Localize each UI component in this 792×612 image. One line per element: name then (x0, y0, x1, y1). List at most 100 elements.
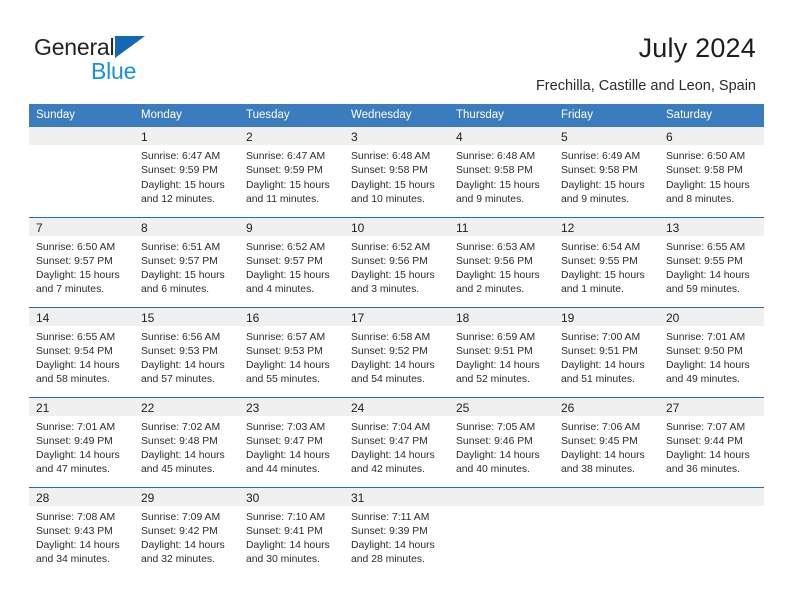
day-info-line: Sunrise: 6:50 AM (36, 241, 116, 253)
day-info-line: and 38 minutes. (561, 464, 635, 476)
day-info-line: Sunset: 9:55 PM (561, 255, 638, 267)
day-info-line: Sunset: 9:59 PM (246, 165, 323, 177)
day-info-line: Sunset: 9:57 PM (141, 255, 218, 267)
day-number: 17 (344, 307, 449, 326)
calendar-day-cell-empty (554, 486, 659, 577)
day-number: 8 (134, 217, 239, 236)
day-sun-info (554, 506, 659, 511)
day-info-line: Sunrise: 6:59 AM (456, 331, 536, 343)
day-info-line: Sunrise: 6:57 AM (246, 331, 326, 343)
day-info-line: and 2 minutes. (456, 284, 525, 296)
day-info-line: Sunrise: 6:58 AM (351, 331, 431, 343)
day-info-line: Daylight: 14 hours (36, 450, 120, 462)
day-info-line: Sunrise: 7:01 AM (666, 331, 746, 343)
day-info-line: Sunset: 9:41 PM (246, 525, 323, 537)
day-sun-info: Sunrise: 6:50 AM Sunset: 9:58 PM Daylight:… (659, 145, 764, 207)
calendar-day-cell[interactable]: 4 Sunrise: 6:48 AM Sunset: 9:58 PM Daylight… (449, 127, 554, 217)
calendar-day-cell[interactable]: 21 Sunrise: 7:01 AM Sunset: 9:49 PM Dayligh… (29, 396, 134, 487)
day-info-line: Daylight: 14 hours (246, 360, 330, 372)
day-info-line: and 58 minutes. (36, 374, 110, 386)
day-info-line: Sunset: 9:46 PM (456, 435, 533, 447)
day-info-line: Daylight: 14 hours (351, 540, 435, 552)
day-info-line: Daylight: 14 hours (36, 360, 120, 372)
day-info-line: Sunset: 9:53 PM (141, 345, 218, 357)
day-info-line: and 1 minute. (561, 284, 624, 296)
calendar-day-cell[interactable]: 23 Sunrise: 7:03 AM Sunset: 9:47 PM Dayligh… (239, 396, 344, 487)
calendar-day-cell[interactable]: 28 Sunrise: 7:08 AM Sunset: 9:43 PM Dayligh… (29, 486, 134, 577)
page-title: July 2024 (638, 33, 756, 63)
day-info-line: Daylight: 14 hours (141, 450, 225, 462)
calendar-day-cell[interactable]: 18 Sunrise: 6:59 AM Sunset: 9:51 PM Dayligh… (449, 306, 554, 397)
calendar-day-cell[interactable]: 3 Sunrise: 6:48 AM Sunset: 9:58 PM Daylight… (344, 127, 449, 217)
calendar-day-cell[interactable]: 20 Sunrise: 7:01 AM Sunset: 9:50 PM Dayligh… (659, 306, 764, 397)
day-info-line: Sunrise: 6:48 AM (351, 151, 431, 162)
calendar-day-cell[interactable]: 12 Sunrise: 6:54 AM Sunset: 9:55 PM Dayligh… (554, 216, 659, 307)
logo-triangle-icon (115, 36, 146, 58)
calendar-day-cell[interactable]: 29 Sunrise: 7:09 AM Sunset: 9:42 PM Dayligh… (134, 486, 239, 577)
calendar-day-cell[interactable]: 7 Sunrise: 6:50 AM Sunset: 9:57 PM Daylight… (29, 216, 134, 307)
calendar-day-cell[interactable]: 22 Sunrise: 7:02 AM Sunset: 9:48 PM Dayligh… (134, 396, 239, 487)
day-info-line: Sunrise: 6:54 AM (561, 241, 641, 253)
calendar-day-cell[interactable]: 9 Sunrise: 6:52 AM Sunset: 9:57 PM Daylight… (239, 216, 344, 307)
day-info-line: and 9 minutes. (561, 193, 630, 205)
day-info-line: Daylight: 14 hours (456, 360, 540, 372)
day-info-line: Daylight: 15 hours (561, 270, 645, 282)
day-info-line: Daylight: 15 hours (456, 270, 540, 282)
calendar-day-cell[interactable]: 11 Sunrise: 6:53 AM Sunset: 9:56 PM Dayligh… (449, 216, 554, 307)
day-info-line: Daylight: 14 hours (141, 360, 225, 372)
calendar-day-cell[interactable]: 30 Sunrise: 7:10 AM Sunset: 9:41 PM Dayligh… (239, 486, 344, 577)
calendar-day-cell[interactable]: 25 Sunrise: 7:05 AM Sunset: 9:46 PM Dayligh… (449, 396, 554, 487)
day-info-line: Sunrise: 7:09 AM (141, 511, 221, 523)
day-info-line: and 6 minutes. (141, 284, 210, 296)
calendar-day-cell[interactable]: 5 Sunrise: 6:49 AM Sunset: 9:58 PM Daylight… (554, 127, 659, 217)
day-number: 14 (29, 307, 134, 326)
day-number: 30 (239, 487, 344, 506)
day-info-line: Sunrise: 7:02 AM (141, 421, 221, 433)
general-blue-logo[interactable]: General Blue (34, 36, 146, 83)
day-info-line: Sunset: 9:48 PM (141, 435, 218, 447)
day-sun-info: Sunrise: 7:09 AM Sunset: 9:42 PM Daylight:… (134, 506, 239, 568)
calendar-day-cell[interactable]: 1 Sunrise: 6:47 AM Sunset: 9:59 PM Daylight… (134, 127, 239, 217)
day-sun-info: Sunrise: 7:03 AM Sunset: 9:47 PM Daylight:… (239, 416, 344, 478)
day-number: 22 (134, 397, 239, 416)
calendar-day-cell[interactable]: 14 Sunrise: 6:55 AM Sunset: 9:54 PM Dayligh… (29, 306, 134, 397)
calendar-day-cell[interactable]: 8 Sunrise: 6:51 AM Sunset: 9:57 PM Daylight… (134, 216, 239, 307)
weekday-header-thursday: Thursday (449, 104, 554, 127)
day-info-line: and 51 minutes. (561, 374, 635, 386)
day-sun-info: Sunrise: 6:56 AM Sunset: 9:53 PM Daylight:… (134, 326, 239, 388)
day-number: 28 (29, 487, 134, 506)
day-sun-info: Sunrise: 6:51 AM Sunset: 9:57 PM Daylight:… (134, 236, 239, 298)
calendar-day-cell[interactable]: 13 Sunrise: 6:55 AM Sunset: 9:55 PM Dayligh… (659, 216, 764, 307)
calendar-day-cell[interactable]: 24 Sunrise: 7:04 AM Sunset: 9:47 PM Dayligh… (344, 396, 449, 487)
day-info-line: Sunset: 9:58 PM (351, 165, 428, 177)
day-info-line: Sunset: 9:50 PM (666, 345, 743, 357)
day-number: 24 (344, 397, 449, 416)
calendar-day-cell[interactable]: 15 Sunrise: 6:56 AM Sunset: 9:53 PM Dayligh… (134, 306, 239, 397)
day-info-line: Daylight: 14 hours (666, 450, 750, 462)
day-number: 1 (134, 127, 239, 145)
day-sun-info: Sunrise: 6:50 AM Sunset: 9:57 PM Daylight:… (29, 236, 134, 298)
day-info-line: Daylight: 15 hours (36, 270, 120, 282)
calendar-day-cell[interactable]: 31 Sunrise: 7:11 AM Sunset: 9:39 PM Dayligh… (344, 486, 449, 577)
calendar-day-cell[interactable]: 2 Sunrise: 6:47 AM Sunset: 9:59 PM Daylight… (239, 127, 344, 217)
calendar-day-cell[interactable]: 27 Sunrise: 7:07 AM Sunset: 9:44 PM Dayligh… (659, 396, 764, 487)
day-info-line: Daylight: 14 hours (351, 360, 435, 372)
day-sun-info: Sunrise: 6:47 AM Sunset: 9:59 PM Daylight:… (134, 145, 239, 207)
day-info-line: and 55 minutes. (246, 374, 320, 386)
calendar-day-cell[interactable]: 17 Sunrise: 6:58 AM Sunset: 9:52 PM Dayligh… (344, 306, 449, 397)
calendar-day-cell[interactable]: 10 Sunrise: 6:52 AM Sunset: 9:56 PM Dayligh… (344, 216, 449, 307)
day-sun-info: Sunrise: 7:11 AM Sunset: 9:39 PM Daylight:… (344, 506, 449, 568)
day-info-line: Sunset: 9:51 PM (561, 345, 638, 357)
calendar-day-cell[interactable]: 16 Sunrise: 6:57 AM Sunset: 9:53 PM Dayligh… (239, 306, 344, 397)
day-sun-info (659, 506, 764, 511)
day-number: 15 (134, 307, 239, 326)
day-info-line: and 4 minutes. (246, 284, 315, 296)
calendar-day-cell[interactable]: 19 Sunrise: 7:00 AM Sunset: 9:51 PM Dayligh… (554, 306, 659, 397)
calendar-day-cell[interactable]: 26 Sunrise: 7:06 AM Sunset: 9:45 PM Dayligh… (554, 396, 659, 487)
calendar-day-cell[interactable]: 6 Sunrise: 6:50 AM Sunset: 9:58 PM Daylight… (659, 127, 764, 217)
weekday-header-monday: Monday (134, 104, 239, 127)
day-info-line: Sunrise: 6:52 AM (246, 241, 326, 253)
day-info-line: Sunset: 9:57 PM (36, 255, 113, 267)
day-info-line: and 42 minutes. (351, 464, 425, 476)
day-number: 18 (449, 307, 554, 326)
